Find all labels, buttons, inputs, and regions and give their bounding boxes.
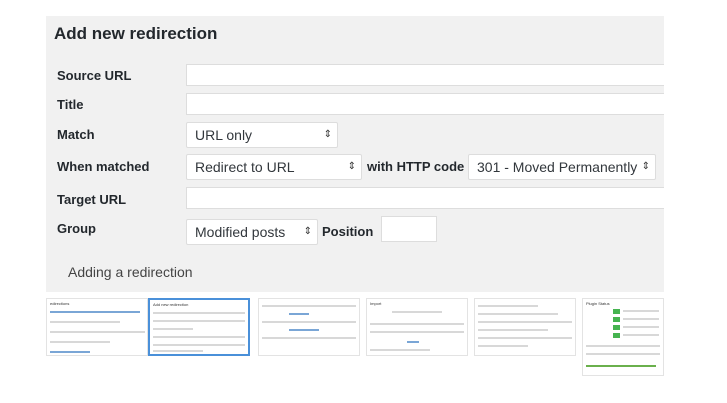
thumb-line: [153, 350, 203, 352]
thumb-line: [262, 305, 356, 307]
select-arrows-icon: ⇕: [303, 226, 312, 237]
caption-bar: Adding a redirection: [46, 252, 664, 292]
thumb-line: [478, 337, 572, 339]
thumb-line: [262, 321, 356, 323]
action-select[interactable]: Redirect to URL ⇕: [186, 154, 362, 180]
status-ok-badge: [613, 325, 620, 330]
add-redirection-panel: Add new redirection Source URL Title Mat…: [46, 16, 664, 252]
thumb-line: [407, 341, 419, 343]
thumb-line: [623, 326, 659, 328]
thumb-line: [478, 321, 572, 323]
source-url-input[interactable]: [186, 64, 664, 86]
panel-title: Add new redirection: [54, 24, 218, 43]
thumb-line: [153, 320, 245, 322]
thumb-line: [623, 334, 659, 336]
thumb-line: [370, 331, 464, 333]
thumbnail-5[interactable]: [474, 298, 576, 356]
thumb-line: [623, 318, 659, 320]
thumb-line: [262, 337, 356, 339]
group-select-value: Modified posts: [195, 224, 286, 240]
thumb-line: [50, 311, 140, 313]
thumb-line: [50, 321, 120, 323]
thumb-line: [50, 331, 145, 333]
thumb-line: [478, 313, 558, 315]
thumb-line: [153, 336, 245, 338]
title-label: Title: [57, 97, 84, 112]
http-code-select-value: 301 - Moved Permanently: [477, 159, 638, 175]
select-arrows-icon: ⇕: [347, 161, 356, 172]
thumb-line: [478, 305, 538, 307]
status-ok-badge: [613, 317, 620, 322]
position-label: Position: [322, 224, 374, 239]
thumbnail-3[interactable]: [258, 298, 360, 356]
thumbnail-4[interactable]: Import: [366, 298, 468, 356]
thumb-line: [392, 311, 442, 313]
thumb-line: [153, 344, 245, 346]
thumbnail-title: edirections: [50, 301, 70, 306]
group-select[interactable]: Modified posts ⇕: [186, 219, 318, 245]
select-arrows-icon: ⇕: [641, 161, 650, 172]
target-url-label: Target URL: [57, 192, 127, 207]
target-url-input[interactable]: [186, 187, 664, 209]
thumbnail-title: Add new redirection: [153, 302, 189, 307]
thumbnail-6[interactable]: Plugin Status: [582, 298, 664, 376]
thumb-line: [153, 328, 193, 330]
match-label: Match: [57, 127, 95, 142]
thumbnail-title: Import: [370, 301, 382, 306]
thumb-line: [586, 353, 660, 355]
status-ok-badge: [613, 333, 620, 338]
thumb-line: [478, 329, 548, 331]
thumbnail-title: Plugin Status: [586, 301, 610, 306]
status-ok-badge: [613, 309, 620, 314]
position-input[interactable]: [381, 216, 437, 242]
thumb-line: [370, 323, 464, 325]
group-label: Group: [57, 221, 96, 236]
thumb-line: [586, 365, 656, 367]
thumb-line: [478, 345, 528, 347]
match-select[interactable]: URL only ⇕: [186, 122, 338, 148]
match-select-value: URL only: [195, 127, 253, 143]
thumb-line: [50, 351, 90, 353]
source-url-label: Source URL: [57, 68, 132, 83]
when-matched-label: When matched: [57, 159, 150, 174]
thumb-line: [50, 341, 110, 343]
thumb-line: [153, 312, 245, 314]
thumb-line: [623, 310, 659, 312]
thumbnail-1[interactable]: edirections: [46, 298, 148, 356]
http-code-select[interactable]: 301 - Moved Permanently ⇕: [468, 154, 656, 180]
action-select-value: Redirect to URL: [195, 159, 295, 175]
screenshot-caption: Adding a redirection: [68, 264, 193, 280]
thumb-line: [370, 349, 430, 351]
select-arrows-icon: ⇕: [323, 129, 332, 140]
thumbnail-2[interactable]: Add new redirection: [148, 298, 250, 356]
thumb-line: [586, 345, 660, 347]
title-input[interactable]: [186, 93, 664, 115]
thumb-line: [289, 313, 309, 315]
http-code-label: with HTTP code: [367, 159, 465, 174]
thumb-line: [289, 329, 319, 331]
